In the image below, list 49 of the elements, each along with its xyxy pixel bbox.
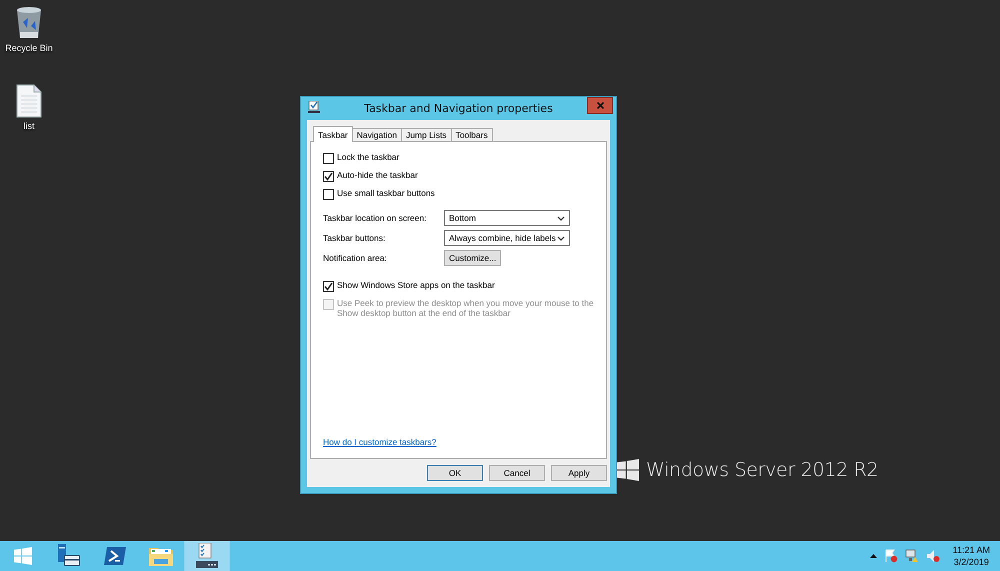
setting-label: Notification area:	[323, 253, 388, 263]
flag-icon[interactable]	[884, 549, 898, 563]
dialog-button[interactable]: OK	[427, 465, 483, 481]
window-title: Taskbar and Navigation properties	[363, 102, 554, 115]
server-toolbox-icon	[56, 544, 82, 568]
desktop-icon-label: list	[24, 121, 34, 131]
tab[interactable]: Navigation	[352, 128, 402, 142]
taskbar-app-button[interactable]	[184, 541, 230, 571]
wallpaper-brand: Windows Server 2012 R2	[646, 459, 878, 481]
close-button[interactable]	[587, 97, 613, 114]
checkbox[interactable]	[323, 189, 334, 200]
desktop-icon-label: Recycle Bin	[5, 43, 53, 53]
recycle-bin-icon[interactable]	[15, 6, 43, 40]
checkbox-label: Use Peek to preview the desktop when you move your mouse to the Show desktop button at the end of the taskbar	[337, 298, 594, 318]
clock-time: 11:21 AM	[952, 545, 990, 555]
windows-logo-icon	[617, 459, 639, 481]
check-icon	[324, 172, 333, 181]
tab[interactable]: Toolbars	[450, 128, 493, 142]
checkbox-label: Auto-hide the taskbar	[337, 170, 418, 180]
dropdown[interactable]: Bottom	[444, 210, 570, 226]
checkbox-label: Show Windows Store apps on the taskbar	[337, 280, 495, 290]
tab[interactable]: Taskbar	[313, 126, 353, 142]
dialog-button[interactable]: Cancel	[489, 465, 545, 481]
chevron-down-icon	[557, 216, 565, 220]
help-link[interactable]: How do I customize taskbars?	[323, 437, 436, 447]
speaker-icon[interactable]	[926, 549, 940, 563]
setting-label: Taskbar location on screen:	[323, 213, 428, 223]
dialog-button[interactable]: Apply	[551, 465, 607, 481]
network-icon[interactable]	[904, 549, 919, 563]
tab[interactable]: Jump Lists	[400, 128, 452, 142]
checkbox[interactable]	[323, 153, 334, 164]
clock[interactable]: 11:21 AM 3/2/2019	[952, 545, 990, 567]
clock-date: 3/2/2019	[954, 557, 989, 567]
folder-icon	[148, 545, 174, 567]
close-icon	[596, 102, 604, 109]
document-icon[interactable]	[16, 84, 42, 118]
checklist-taskbar-icon	[194, 543, 220, 569]
setting-label: Taskbar buttons:	[323, 233, 386, 243]
checklist-icon	[308, 101, 320, 113]
customize-button[interactable]: Customize...	[444, 250, 502, 266]
chevron-down-icon	[557, 236, 565, 240]
caret-up-icon[interactable]	[870, 554, 877, 558]
dropdown[interactable]: Always combine, hide labels	[444, 230, 570, 246]
checkbox-label: Use small taskbar buttons	[337, 188, 435, 198]
terminal-prompt-icon	[103, 546, 127, 566]
checkbox-label: Lock the taskbar	[337, 152, 400, 162]
checkbox[interactable]	[323, 281, 334, 292]
checkbox[interactable]	[323, 171, 334, 182]
check-icon	[324, 282, 333, 291]
